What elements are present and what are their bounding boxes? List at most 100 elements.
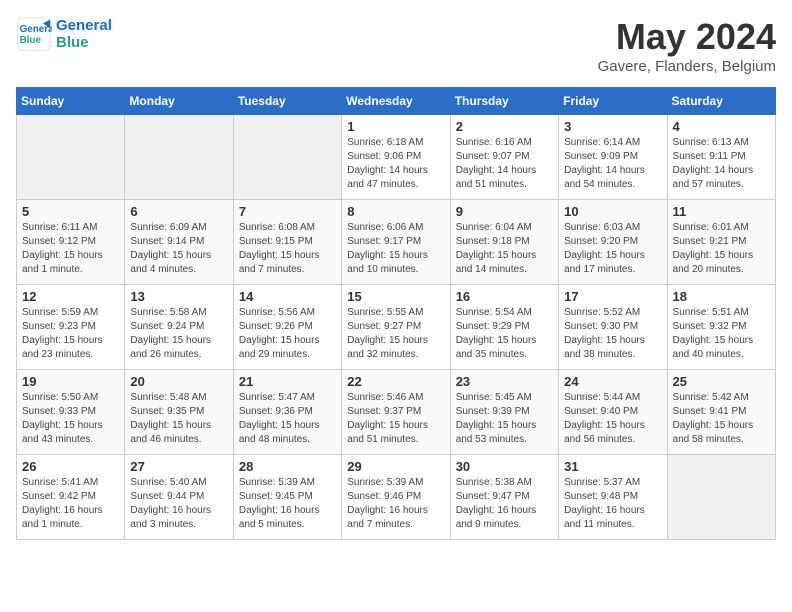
day-info: Sunrise: 5:38 AMSunset: 9:47 PMDaylight:… (456, 476, 553, 532)
day-number: 4 (673, 119, 770, 134)
location: Gavere, Flanders, Belgium (598, 58, 776, 75)
day-27: 27 Sunrise: 5:40 AMSunset: 9:44 PMDayligh… (125, 455, 233, 540)
day-info: Sunrise: 5:39 AMSunset: 9:45 PMDaylight:… (239, 476, 336, 532)
day-info: Sunrise: 6:01 AMSunset: 9:21 PMDaylight:… (673, 221, 770, 277)
day-30: 30 Sunrise: 5:38 AMSunset: 9:47 PMDayligh… (450, 455, 558, 540)
empty-cell (17, 115, 125, 200)
day-19: 19Sunrise: 5:50 AMSunset: 9:33 PMDayligh… (17, 370, 125, 455)
day-number: 1 (347, 119, 444, 134)
day-info: Sunrise: 5:59 AMSunset: 9:23 PMDaylight:… (22, 306, 119, 362)
day-31: 31 Sunrise: 5:37 AMSunset: 9:48 PMDayligh… (559, 455, 667, 540)
day-number: 18 (673, 289, 770, 304)
day-info: Sunrise: 5:50 AMSunset: 9:33 PMDaylight:… (22, 391, 119, 447)
day-info: Sunrise: 5:51 AMSunset: 9:32 PMDaylight:… (673, 306, 770, 362)
day-22: 22Sunrise: 5:46 AMSunset: 9:37 PMDayligh… (342, 370, 450, 455)
day-number: 7 (239, 204, 336, 219)
logo: General Blue General Blue (16, 16, 112, 52)
day-12: 12 Sunrise: 5:59 AMSunset: 9:23 PMDayligh… (17, 285, 125, 370)
day-23: 23 Sunrise: 5:45 AMSunset: 9:39 PMDayligh… (450, 370, 558, 455)
day-18: 18 Sunrise: 5:51 AMSunset: 9:32 PMDayligh… (667, 285, 775, 370)
day-info: Sunrise: 6:03 AMSunset: 9:20 PMDaylight:… (564, 221, 661, 277)
day-info: Sunrise: 6:06 AMSunset: 9:17 PMDaylight:… (347, 221, 444, 277)
day-number: 21 (239, 374, 336, 389)
week-row-3: 19Sunrise: 5:50 AMSunset: 9:33 PMDayligh… (17, 370, 776, 455)
day-number: 30 (456, 459, 553, 474)
day-info: Sunrise: 5:52 AMSunset: 9:30 PMDaylight:… (564, 306, 661, 362)
header-thursday: Thursday (450, 88, 558, 115)
day-number: 17 (564, 289, 661, 304)
day-28: 28 Sunrise: 5:39 AMSunset: 9:45 PMDayligh… (233, 455, 341, 540)
day-info: Sunrise: 5:41 AMSunset: 9:42 PMDaylight:… (22, 476, 119, 532)
day-9: 9 Sunrise: 6:04 AMSunset: 9:18 PMDaylight… (450, 200, 558, 285)
logo-icon: General Blue (16, 16, 52, 52)
day-number: 15 (347, 289, 444, 304)
day-info: Sunrise: 5:44 AMSunset: 9:40 PMDaylight:… (564, 391, 661, 447)
day-number: 28 (239, 459, 336, 474)
day-number: 5 (22, 204, 119, 219)
day-info: Sunrise: 5:39 AMSunset: 9:46 PMDaylight:… (347, 476, 444, 532)
day-number: 31 (564, 459, 661, 474)
page-header: General Blue General Blue May 2024 Gaver… (16, 16, 776, 75)
day-number: 10 (564, 204, 661, 219)
day-number: 29 (347, 459, 444, 474)
empty-cell (125, 115, 233, 200)
day-info: Sunrise: 5:47 AMSunset: 9:36 PMDaylight:… (239, 391, 336, 447)
header-wednesday: Wednesday (342, 88, 450, 115)
header-saturday: Saturday (667, 88, 775, 115)
day-13: 13 Sunrise: 5:58 AMSunset: 9:24 PMDayligh… (125, 285, 233, 370)
day-number: 16 (456, 289, 553, 304)
day-info: Sunrise: 6:13 AMSunset: 9:11 PMDaylight:… (673, 136, 770, 192)
day-3: 3Sunrise: 6:14 AMSunset: 9:09 PMDaylight… (559, 115, 667, 200)
logo-name2: Blue (56, 34, 112, 51)
day-number: 9 (456, 204, 553, 219)
day-info: Sunrise: 6:18 AMSunset: 9:06 PMDaylight:… (347, 136, 444, 192)
header-monday: Monday (125, 88, 233, 115)
day-29: 29 Sunrise: 5:39 AMSunset: 9:46 PMDayligh… (342, 455, 450, 540)
day-info: Sunrise: 5:54 AMSunset: 9:29 PMDaylight:… (456, 306, 553, 362)
day-info: Sunrise: 6:11 AMSunset: 9:12 PMDaylight:… (22, 221, 119, 277)
day-11: 11 Sunrise: 6:01 AMSunset: 9:21 PMDayligh… (667, 200, 775, 285)
day-info: Sunrise: 6:08 AMSunset: 9:15 PMDaylight:… (239, 221, 336, 277)
day-4: 4 Sunrise: 6:13 AMSunset: 9:11 PMDaylight… (667, 115, 775, 200)
day-14: 14Sunrise: 5:56 AMSunset: 9:26 PMDayligh… (233, 285, 341, 370)
title-block: May 2024 Gavere, Flanders, Belgium (598, 16, 776, 75)
day-number: 2 (456, 119, 553, 134)
week-row-1: 5 Sunrise: 6:11 AMSunset: 9:12 PMDaylight… (17, 200, 776, 285)
day-number: 26 (22, 459, 119, 474)
day-number: 12 (22, 289, 119, 304)
day-number: 8 (347, 204, 444, 219)
day-26: 26 Sunrise: 5:41 AMSunset: 9:42 PMDayligh… (17, 455, 125, 540)
header-tuesday: Tuesday (233, 88, 341, 115)
month-title: May 2024 (598, 16, 776, 58)
day-24: 24 Sunrise: 5:44 AMSunset: 9:40 PMDayligh… (559, 370, 667, 455)
day-15: 15Sunrise: 5:55 AMSunset: 9:27 PMDayligh… (342, 285, 450, 370)
day-number: 20 (130, 374, 227, 389)
day-number: 27 (130, 459, 227, 474)
day-info: Sunrise: 5:45 AMSunset: 9:39 PMDaylight:… (456, 391, 553, 447)
day-number: 6 (130, 204, 227, 219)
day-info: Sunrise: 5:58 AMSunset: 9:24 PMDaylight:… (130, 306, 227, 362)
day-number: 25 (673, 374, 770, 389)
day-8: 8 Sunrise: 6:06 AMSunset: 9:17 PMDaylight… (342, 200, 450, 285)
day-number: 14 (239, 289, 336, 304)
day-number: 23 (456, 374, 553, 389)
week-row-0: 1 Sunrise: 6:18 AMSunset: 9:06 PMDaylight… (17, 115, 776, 200)
day-17: 17 Sunrise: 5:52 AMSunset: 9:30 PMDayligh… (559, 285, 667, 370)
day-7: 7 Sunrise: 6:08 AMSunset: 9:15 PMDaylight… (233, 200, 341, 285)
day-2: 2Sunrise: 6:16 AMSunset: 9:07 PMDaylight… (450, 115, 558, 200)
day-info: Sunrise: 5:37 AMSunset: 9:48 PMDaylight:… (564, 476, 661, 532)
logo-name: General (56, 17, 112, 34)
day-number: 13 (130, 289, 227, 304)
day-number: 11 (673, 204, 770, 219)
day-5: 5 Sunrise: 6:11 AMSunset: 9:12 PMDaylight… (17, 200, 125, 285)
day-info: Sunrise: 6:04 AMSunset: 9:18 PMDaylight:… (456, 221, 553, 277)
day-info: Sunrise: 5:42 AMSunset: 9:41 PMDaylight:… (673, 391, 770, 447)
day-number: 3 (564, 119, 661, 134)
day-number: 24 (564, 374, 661, 389)
day-6: 6Sunrise: 6:09 AMSunset: 9:14 PMDaylight… (125, 200, 233, 285)
header-friday: Friday (559, 88, 667, 115)
day-25: 25 Sunrise: 5:42 AMSunset: 9:41 PMDayligh… (667, 370, 775, 455)
day-1: 1 Sunrise: 6:18 AMSunset: 9:06 PMDaylight… (342, 115, 450, 200)
day-10: 10 Sunrise: 6:03 AMSunset: 9:20 PMDayligh… (559, 200, 667, 285)
day-info: Sunrise: 5:40 AMSunset: 9:44 PMDaylight:… (130, 476, 227, 532)
